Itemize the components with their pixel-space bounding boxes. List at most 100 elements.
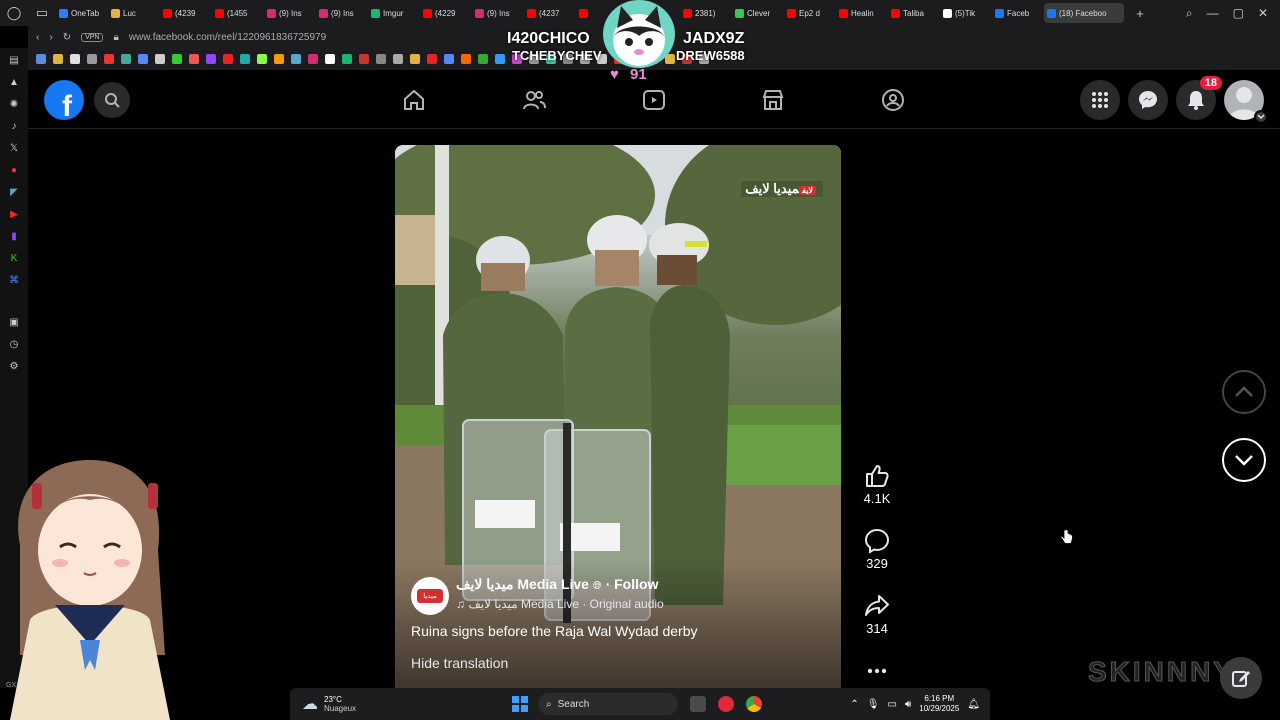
bookmark-icon[interactable] [461,54,471,64]
browser-tab[interactable]: Ep2 d [784,3,834,23]
settings-gear-icon[interactable]: ⚙ [8,360,20,372]
bookmark-icon[interactable] [240,54,250,64]
compose-button[interactable] [1220,657,1262,699]
new-tab-plus-icon[interactable]: + [1126,0,1154,26]
minimize-icon[interactable]: — [1207,6,1219,21]
nav-video[interactable] [642,88,666,112]
bookmark-icon[interactable] [206,54,216,64]
microphone-icon[interactable]: 🎙︎ [867,699,880,710]
browser-tab[interactable]: OneTab [56,3,106,23]
bookmark-icon[interactable] [308,54,318,64]
browser-tab[interactable]: Healin [836,3,886,23]
browser-tab[interactable]: Faceb [992,3,1042,23]
menu-button[interactable] [1080,80,1120,120]
bookmark-icon[interactable] [444,54,454,64]
browser-tab[interactable]: (9) Ins [264,3,314,23]
search-tabs-icon[interactable]: ⌕ [1186,6,1193,21]
network-icon[interactable]: ▭ [887,699,896,710]
maximize-icon[interactable]: ▢ [1233,6,1244,21]
browser-tab[interactable]: (4237 [524,3,574,23]
notification-center-icon[interactable]: 🔔︎ [967,699,980,710]
bookmark-icon[interactable] [393,54,403,64]
bluesky-icon[interactable]: ⌘ [8,274,20,286]
volume-icon[interactable]: 🔊︎ [905,699,911,710]
browser-tab[interactable]: (1455 [212,3,262,23]
kick-icon[interactable]: K [8,252,20,264]
telegram-icon[interactable]: ◤ [8,186,20,198]
bookmark-icon[interactable] [495,54,505,64]
tab-menu-icon[interactable]: ▭ [28,0,56,26]
follow-link[interactable]: · Follow [606,576,659,592]
aria-icon[interactable]: ▲ [8,76,20,88]
browser-tab[interactable]: Luc [108,3,158,23]
bookmark-icon[interactable] [138,54,148,64]
browser-tab[interactable]: Clever [732,3,782,23]
browser-tab[interactable]: (4229 [420,3,470,23]
youtube-icon[interactable]: ▶ [8,208,20,220]
opera-logo-icon[interactable]: ◯ [0,0,28,26]
bookmark-icon[interactable] [87,54,97,64]
like-action[interactable]: 4.1K [862,463,892,506]
opera-gx-taskbar-icon[interactable] [718,696,734,712]
forward-arrow-icon[interactable]: › [49,32,52,43]
bookmark-icon[interactable] [104,54,114,64]
bookmark-icon[interactable] [478,54,488,64]
tray-chevron-icon[interactable]: ⌃ [850,699,858,710]
back-arrow-icon[interactable]: ‹ [36,32,39,43]
chrome-taskbar-icon[interactable] [746,696,762,712]
bookmark-icon[interactable] [325,54,335,64]
browser-tab[interactable]: 2381) [680,3,730,23]
chatgpt-icon[interactable]: ✺ [8,98,20,110]
bookmark-icon[interactable] [223,54,233,64]
bookmark-icon[interactable] [274,54,284,64]
history-icon[interactable]: ◷ [8,338,20,350]
channel-avatar[interactable]: ميديا [411,577,449,615]
bookmark-icon[interactable] [70,54,80,64]
bookmark-icon[interactable] [359,54,369,64]
hide-translation-link[interactable]: Hide translation [411,655,508,671]
tab-facebook-active[interactable]: (18) Faceboo [1044,3,1124,23]
weather-widget[interactable]: ☁ 23°C Nuageux [290,694,490,714]
browser-tab[interactable]: (4239 [160,3,210,23]
bookmark-icon[interactable] [257,54,267,64]
bookmark-icon[interactable] [342,54,352,64]
share-action[interactable]: 314 [862,593,892,636]
nav-friends[interactable] [522,88,546,112]
next-reel-button[interactable] [1222,438,1266,482]
reload-icon[interactable]: ↻ [63,32,71,43]
facebook-search-button[interactable] [94,82,130,118]
messenger-button[interactable] [1128,80,1168,120]
wallet-icon[interactable]: ▣ [8,316,20,328]
browser-tab[interactable]: (5)Tik [940,3,990,23]
browser-tab[interactable]: Imgur [368,3,418,23]
bookmark-icon[interactable] [291,54,301,64]
more-options-action[interactable] [862,660,892,682]
tiktok-icon[interactable]: ♪ [8,120,20,132]
url-field[interactable]: www.facebook.com/reel/1220961836725979 [129,32,326,43]
nav-groups[interactable] [881,88,905,112]
notifications-button[interactable]: 18 [1176,76,1222,120]
taskbar-search[interactable]: ⌕ Search [538,693,678,715]
workspace-icon[interactable]: ▤ [8,54,20,66]
previous-reel-button[interactable] [1222,370,1266,414]
taskbar-clock[interactable]: 6:16 PM 10/29/2025 [919,694,959,714]
vpn-badge[interactable]: VPN [81,32,104,42]
bookmark-icon[interactable] [172,54,182,64]
x-icon[interactable]: 𝕏 [8,142,20,154]
close-window-icon[interactable]: ✕ [1258,6,1268,21]
nav-marketplace[interactable] [761,88,785,112]
nav-home[interactable] [402,88,426,112]
comment-action[interactable]: 329 [862,528,892,571]
twitch-icon[interactable]: ▮ [8,230,20,242]
audio-row[interactable]: ♫ ميديا لايف Media Live · Original audio [456,597,664,611]
bookmark-icon[interactable] [410,54,420,64]
taskview-icon[interactable] [690,696,706,712]
bookmark-icon[interactable] [121,54,131,64]
browser-tab[interactable]: Taliba [888,3,938,23]
bookmark-icon[interactable] [189,54,199,64]
bookmark-icon[interactable] [155,54,165,64]
browser-tab[interactable]: (9) Ins [472,3,522,23]
lastfm-icon[interactable]: ● [8,164,20,176]
account-chevron-icon[interactable] [1254,110,1268,124]
windows-start-icon[interactable] [512,696,528,712]
